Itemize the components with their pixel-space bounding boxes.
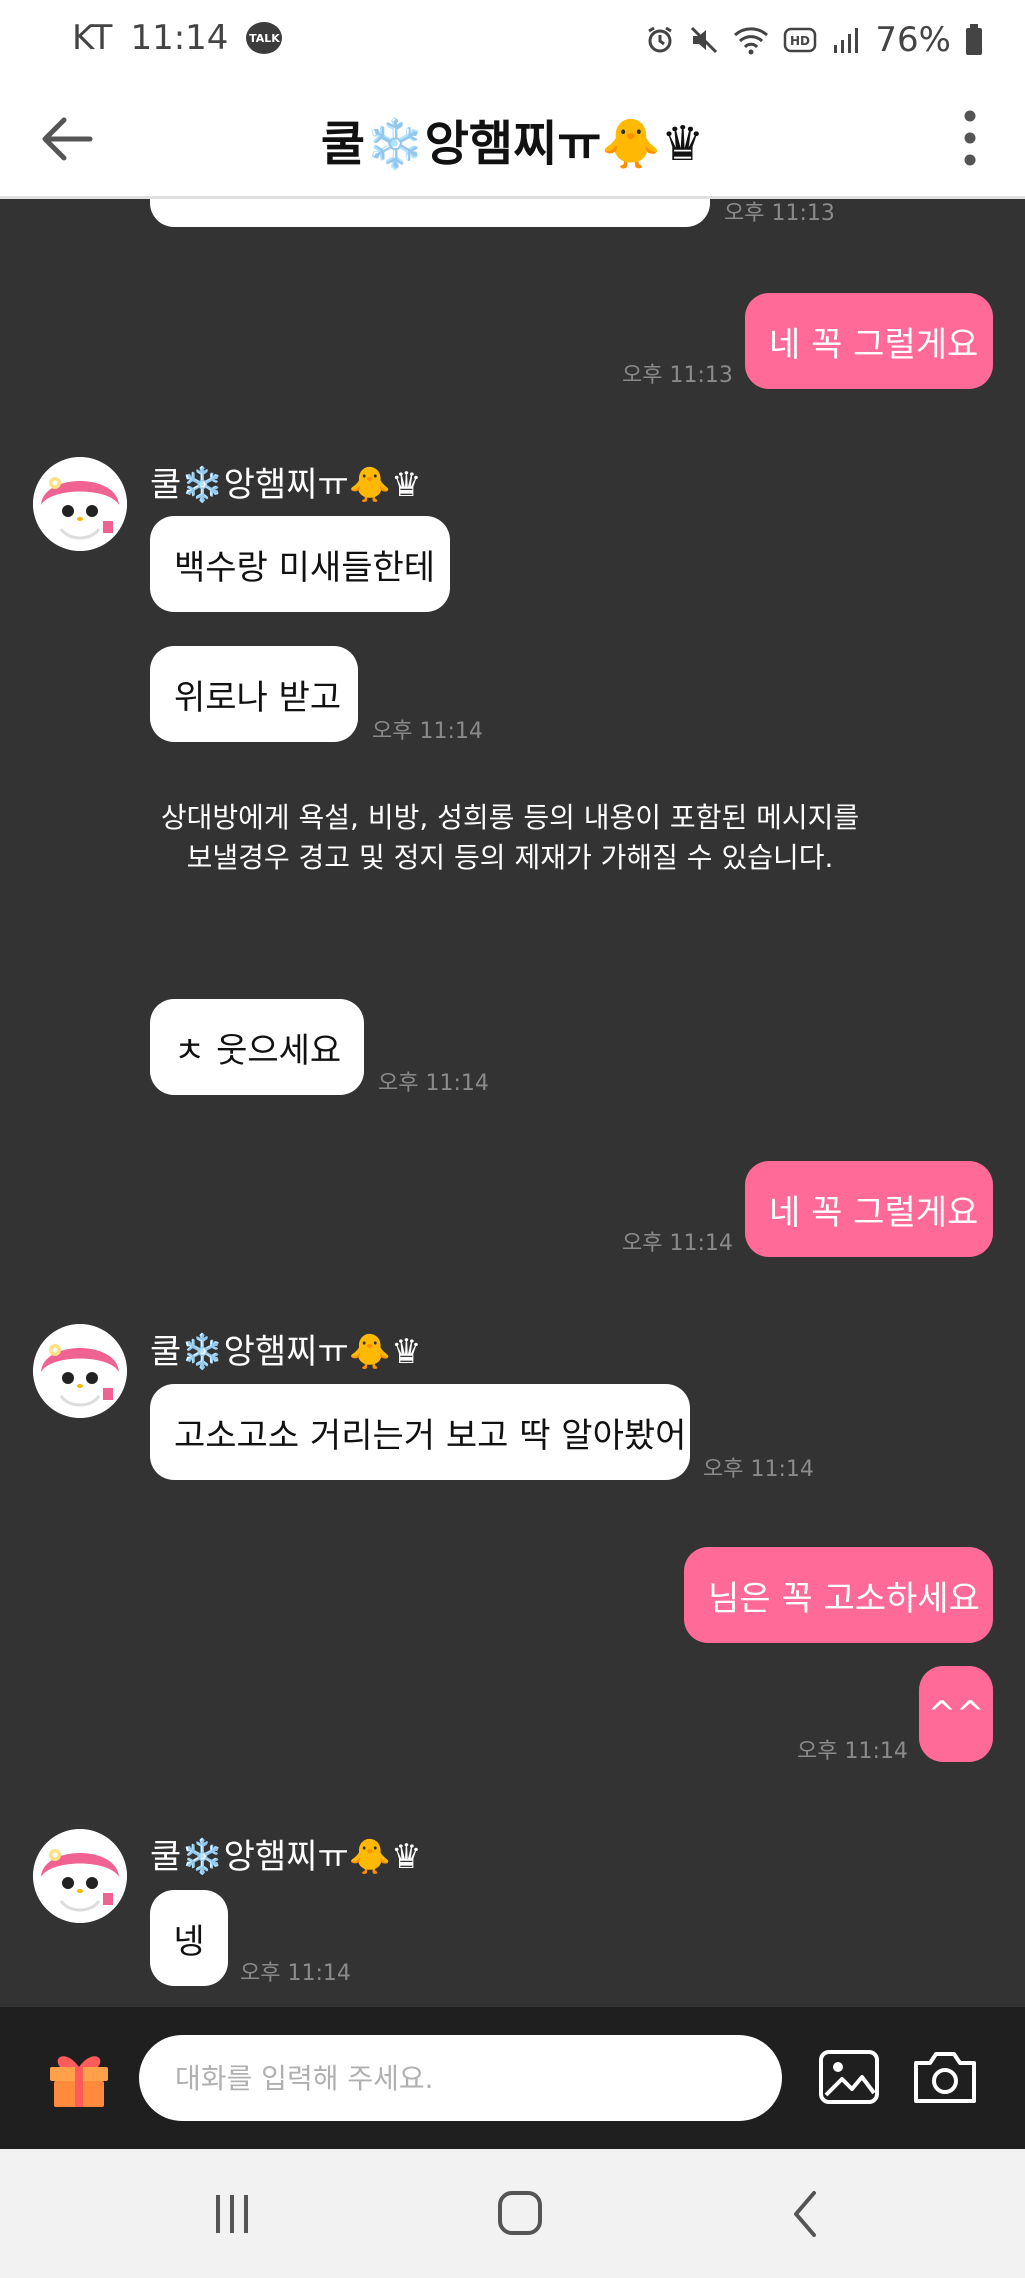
outgoing-message-bubble[interactable]: 네 꼭 그럴게요 xyxy=(745,1161,993,1257)
message-timestamp: 오후 11:14 xyxy=(622,1231,733,1256)
image-icon[interactable] xyxy=(818,2049,880,2105)
status-bar: KT 11:14 TALK HD 76% xyxy=(0,0,1025,82)
outgoing-message-bubble[interactable]: 님은 꼭 고소하세요 xyxy=(684,1547,993,1643)
wifi-icon xyxy=(733,25,769,55)
sender-avatar[interactable] xyxy=(33,457,127,551)
battery-icon xyxy=(965,24,983,56)
message-timestamp: 오후 11:14 xyxy=(703,1457,814,1482)
system-notice-line: 상대방에게 욕설, 비방, 성희롱 등의 내용이 포함된 메시지를 xyxy=(160,801,860,834)
incoming-message-bubble[interactable] xyxy=(150,199,710,227)
message-input[interactable] xyxy=(139,2035,782,2121)
camera-icon[interactable] xyxy=(910,2047,980,2107)
clock: 11:14 xyxy=(130,18,229,58)
incoming-message-bubble[interactable]: 백수랑 미새들한테 xyxy=(150,516,450,612)
carrier-label: KT xyxy=(72,18,113,58)
sender-avatar[interactable] xyxy=(33,1829,127,1923)
sender-avatar[interactable] xyxy=(33,1324,127,1418)
incoming-message-bubble[interactable]: 고소고소 거리는거 보고 딱 알아봤어 xyxy=(150,1384,690,1480)
incoming-message-bubble[interactable]: 넹 xyxy=(150,1890,228,1986)
incoming-message-bubble[interactable]: ㅊ 웃으세요 xyxy=(150,999,364,1095)
alarm-icon xyxy=(645,25,675,55)
message-timestamp: 오후 11:14 xyxy=(372,719,483,744)
gift-icon[interactable] xyxy=(46,2043,112,2109)
svg-text:HD: HD xyxy=(790,34,810,48)
talk-notification-icon: TALK xyxy=(246,22,283,54)
system-notice-line: 보낼경우 경고 및 정지 등의 제재가 가해질 수 있습니다. xyxy=(186,841,834,874)
message-timestamp: 오후 11:13 xyxy=(622,363,733,388)
sender-name: 쿨❄️앙햄찌ㅠ🐥♛ xyxy=(150,1332,422,1372)
battery-percent: 76% xyxy=(875,20,951,60)
system-navigation-bar xyxy=(0,2149,1025,2278)
chat-header: 쿨❄️앙햄찌ㅠ🐥♛ xyxy=(0,82,1025,199)
sender-name: 쿨❄️앙햄찌ㅠ🐥♛ xyxy=(150,1837,422,1877)
message-timestamp: 오후 11:14 xyxy=(240,1961,351,1986)
sender-name: 쿨❄️앙햄찌ㅠ🐥♛ xyxy=(150,465,422,505)
incoming-message-bubble[interactable]: 위로나 받고 xyxy=(150,646,358,742)
system-notice: 상대방에게 욕설, 비방, 성희롱 등의 내용이 포함된 메시지를 보낼경우 경… xyxy=(120,798,900,878)
message-composer xyxy=(0,2007,1025,2149)
hd-voice-icon: HD xyxy=(783,26,817,54)
message-timestamp: 오후 11:14 xyxy=(378,1071,489,1096)
outgoing-message-bubble[interactable]: 네 꼭 그럴게요 xyxy=(745,293,993,389)
outgoing-message-bubble[interactable]: ^^ xyxy=(919,1666,993,1762)
kebab-menu-icon[interactable] xyxy=(955,106,985,170)
home-icon[interactable] xyxy=(490,2187,550,2241)
recent-apps-icon[interactable] xyxy=(202,2187,262,2241)
signal-icon xyxy=(831,25,861,55)
nav-back-icon[interactable] xyxy=(776,2187,836,2241)
chat-title: 쿨❄️앙햄찌ㅠ🐥♛ xyxy=(320,116,705,172)
message-timestamp: 오후 11:14 xyxy=(797,1739,908,1764)
message-timestamp: 오후 11:13 xyxy=(724,201,835,226)
mute-icon xyxy=(689,25,719,55)
chat-message-list[interactable]: 오후 11:13 오후 11:13 네 꼭 그럴게요 쿨❄️앙햄찌ㅠ🐥♛ 백수랑… xyxy=(0,199,1025,2007)
